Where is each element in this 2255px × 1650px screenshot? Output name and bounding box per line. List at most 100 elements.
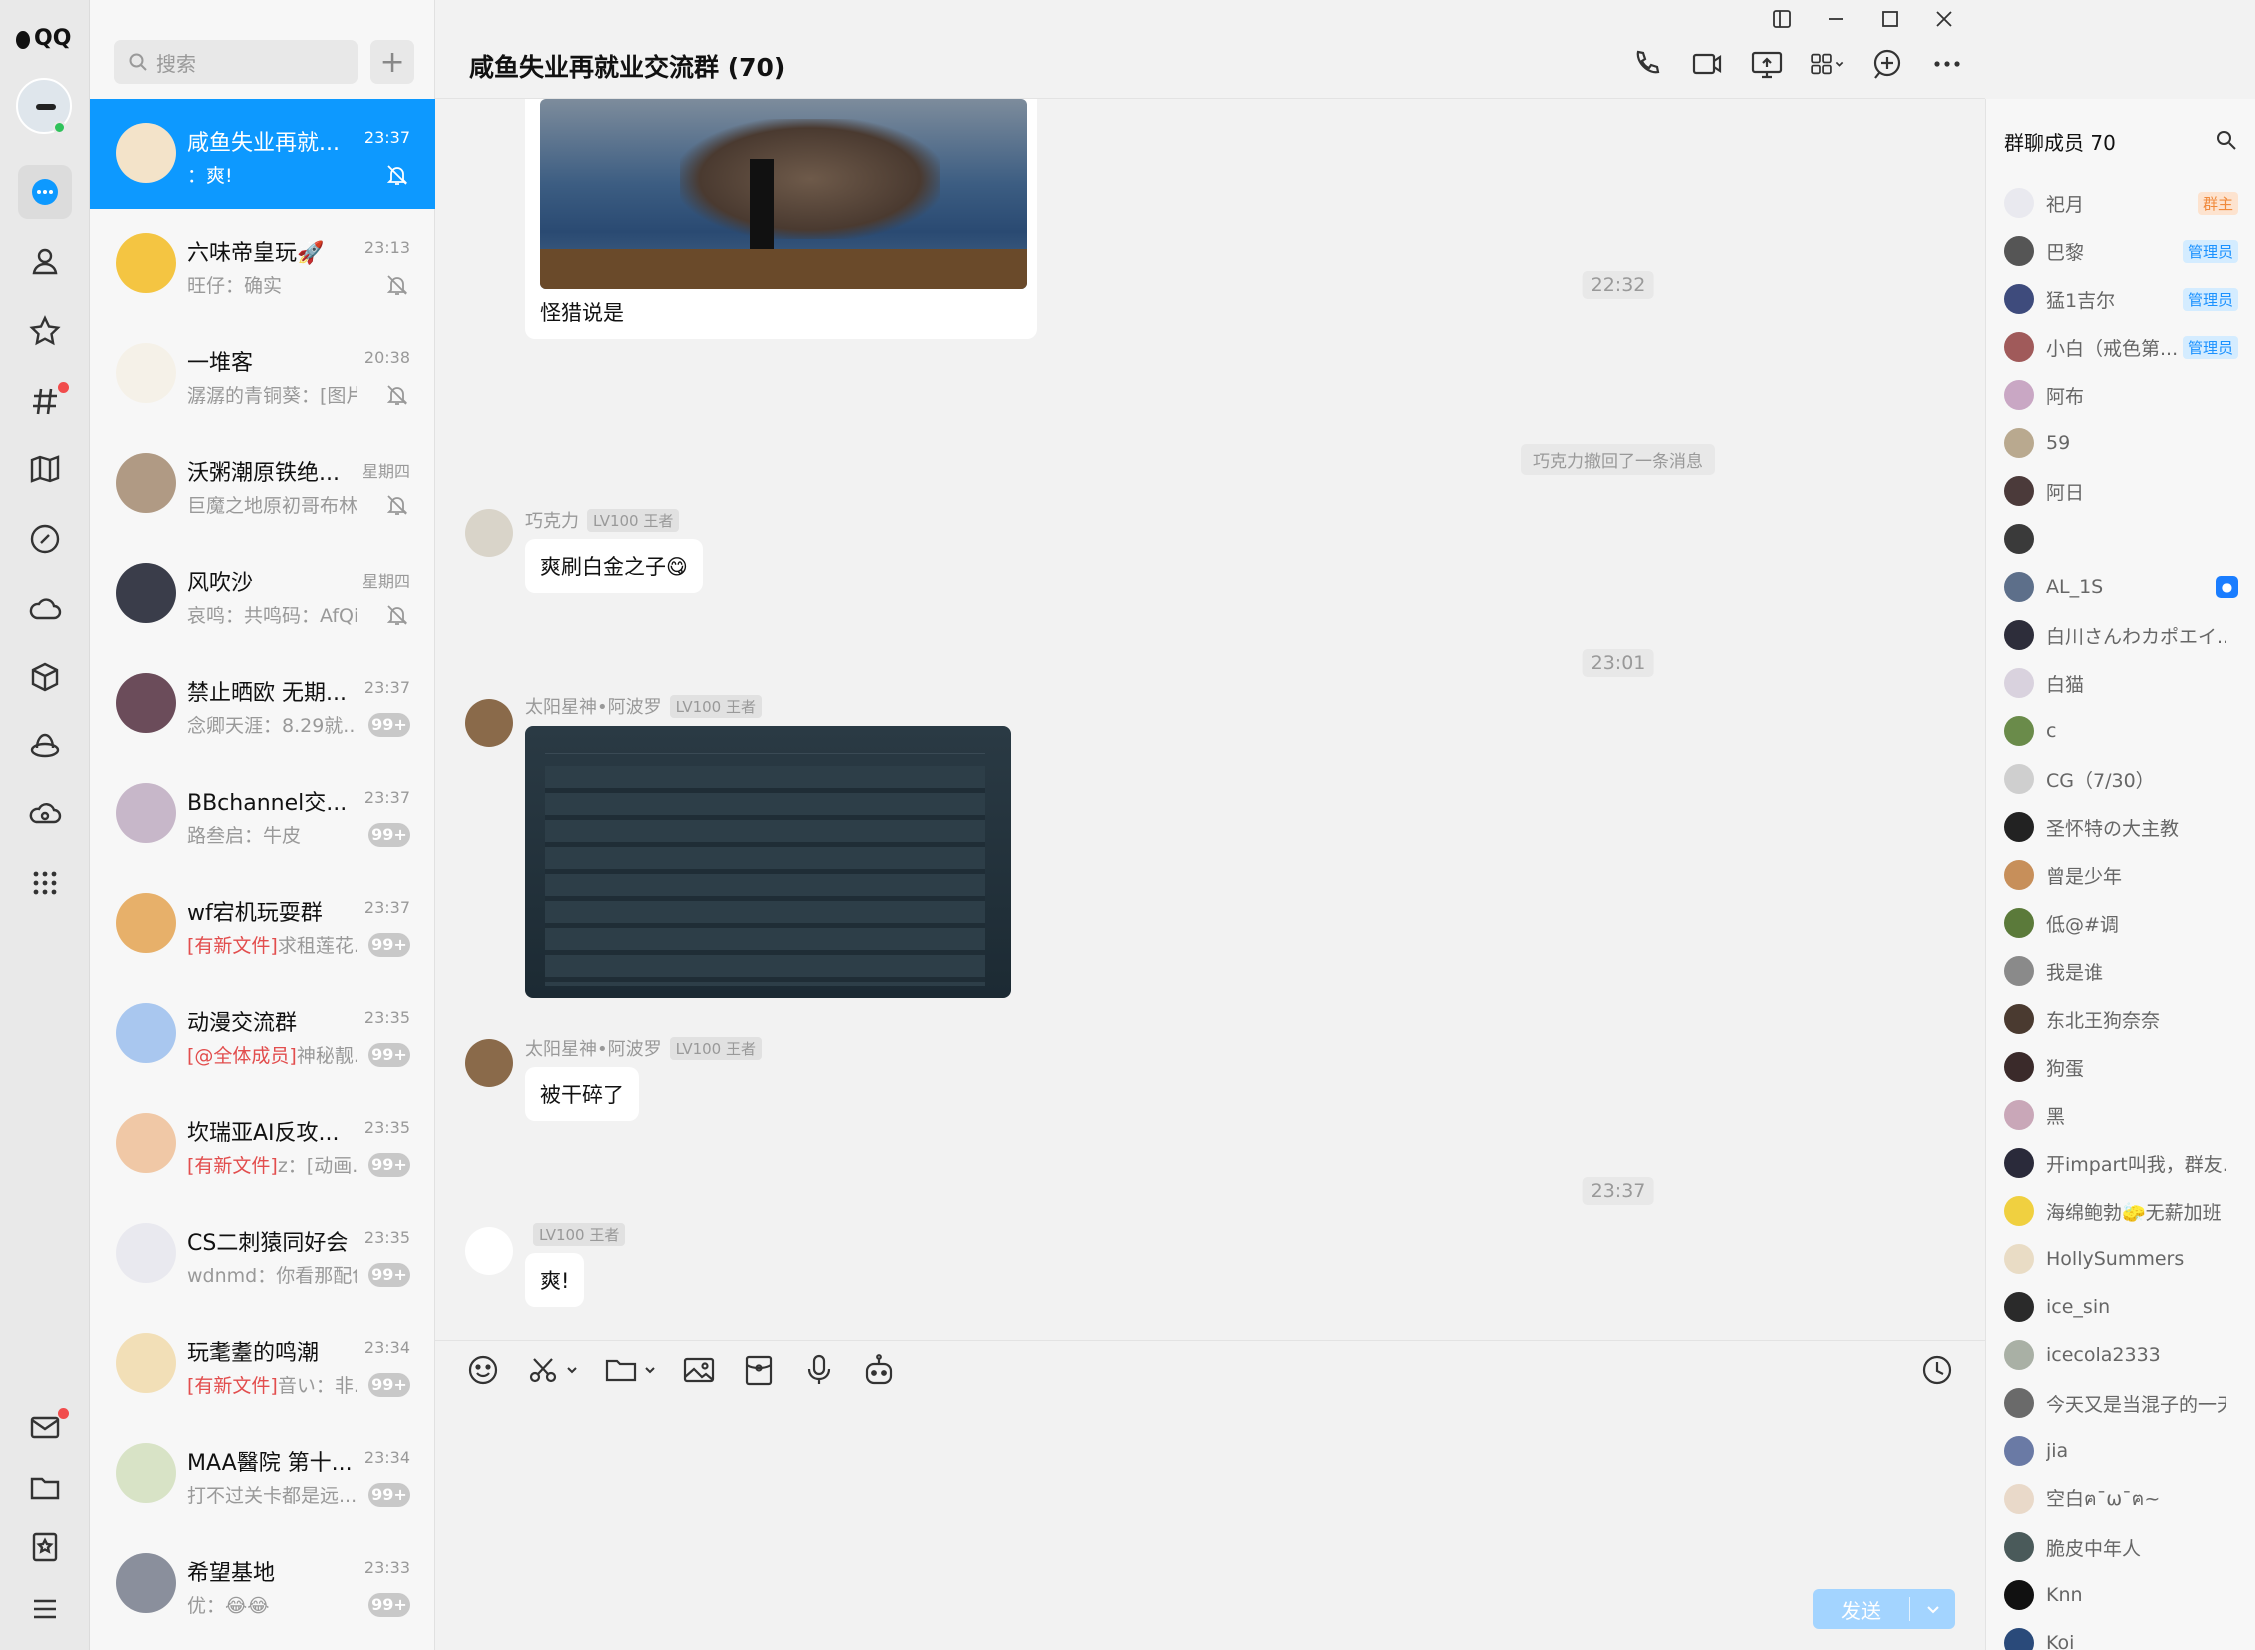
member-item[interactable]: 东北王狗奈奈 — [1986, 995, 2255, 1043]
sender-name[interactable]: 巧克力 — [525, 507, 579, 533]
favorites-nav[interactable] — [18, 304, 72, 358]
member-item[interactable] — [1986, 515, 2255, 563]
member-item[interactable]: ice_sin — [1986, 1283, 2255, 1331]
add-chat-icon[interactable] — [1869, 46, 1905, 82]
member-item[interactable]: 59 — [1986, 419, 2255, 467]
member-item[interactable]: AL_1S ● — [1986, 563, 2255, 611]
member-item[interactable]: Knn — [1986, 1571, 2255, 1619]
tencent-nav[interactable] — [18, 718, 72, 772]
conversation-item[interactable]: 坎瑞亚AI反攻... 23:35 [有新文件]z：[动画... 99+ — [90, 1089, 435, 1199]
cloud-nav[interactable] — [18, 582, 72, 636]
send-options-dropdown[interactable] — [1910, 1601, 1955, 1617]
video-call-icon[interactable] — [1689, 46, 1725, 82]
conversation-item[interactable]: CS二刺猿同好会 23:35 wdnmd：你看那配色 99+ — [90, 1199, 435, 1309]
conversation-item[interactable]: wf宕机玩耍群 23:37 [有新文件]求租莲花... 99+ — [90, 869, 435, 979]
member-item[interactable]: 圣怀特の大主教 — [1986, 803, 2255, 851]
file-folder-icon[interactable] — [603, 1352, 639, 1388]
robot-icon[interactable] — [861, 1352, 897, 1388]
conversation-item[interactable]: 禁止晒欧 无期... 23:37 念卿天涯：8.29就... 99+ — [90, 649, 435, 759]
more-options-icon[interactable] — [1929, 46, 1965, 82]
screenshot-scissors-icon[interactable] — [525, 1352, 561, 1388]
text-message-bubble[interactable]: 爽! — [525, 1253, 585, 1307]
member-item[interactable]: 猛1吉尔 管理员 — [1986, 275, 2255, 323]
pin-window-icon[interactable] — [1771, 8, 1793, 30]
member-item[interactable]: 脆皮中年人 — [1986, 1523, 2255, 1571]
game-records-image[interactable] — [525, 726, 1011, 998]
main-menu-nav[interactable] — [18, 1582, 72, 1636]
member-item[interactable]: 白猫 — [1986, 659, 2255, 707]
messages-nav[interactable] — [18, 165, 72, 219]
member-item[interactable]: 我是谁 — [1986, 947, 2255, 995]
member-item[interactable]: 阿日 — [1986, 467, 2255, 515]
conversation-item[interactable]: 沃粥潮原铁绝... 星期四 巨魔之地原初哥布林：... — [90, 429, 435, 539]
conversation-item[interactable]: 咸鱼失业再就... 23:37 ：爽! — [90, 99, 435, 209]
create-button[interactable]: + — [370, 40, 414, 84]
contacts-nav[interactable] — [18, 234, 72, 288]
bookmarks-nav[interactable] — [18, 1520, 72, 1574]
member-item[interactable]: 空白ฅ¯ω¯ฅ~ — [1986, 1475, 2255, 1523]
screen-share-icon[interactable] — [1749, 46, 1785, 82]
conversation-item[interactable]: 动漫交流群 23:35 [@全体成员]神秘靓... 99+ — [90, 979, 435, 1089]
group-avatar — [116, 453, 176, 513]
sender-avatar[interactable] — [465, 1039, 513, 1087]
maximize-icon[interactable] — [1879, 8, 1901, 30]
sender-name[interactable]: 太阳星神•阿波罗 — [525, 1035, 662, 1061]
minimize-icon[interactable] — [1825, 8, 1847, 30]
message-area[interactable]: 怪猎说是 22:32 巧克力撤回了一条消息 巧克力 LV100 王者 爽刷白金之… — [435, 99, 1985, 1339]
member-item[interactable]: 祀月 群主 — [1986, 179, 2255, 227]
member-item[interactable]: 开impart叫我，群友... — [1986, 1139, 2255, 1187]
sender-avatar[interactable] — [465, 699, 513, 747]
emoji-icon[interactable] — [465, 1352, 501, 1388]
chat-history-button[interactable] — [1919, 1352, 1955, 1392]
member-item[interactable]: 白川さんわカポエイ... — [1986, 611, 2255, 659]
member-item[interactable]: 今天又是当混子的一天 — [1986, 1379, 2255, 1427]
member-item[interactable]: 小白（戒色第... 管理员 — [1986, 323, 2255, 371]
microphone-icon[interactable] — [801, 1352, 837, 1388]
games-nav[interactable] — [18, 442, 72, 496]
channels-nav[interactable] — [18, 374, 72, 428]
sender-avatar[interactable] — [465, 509, 513, 557]
more-apps-nav[interactable] — [18, 856, 72, 910]
mail-nav[interactable] — [18, 1400, 72, 1454]
conversation-item[interactable]: 风吹沙 星期四 哀鸣：共鸣码：AfQiJA... — [90, 539, 435, 649]
member-item[interactable]: 狗蛋 — [1986, 1043, 2255, 1091]
chevron-down-icon[interactable] — [565, 1363, 579, 1377]
conversation-item[interactable]: MAA醫院 第十... 23:34 打不过关卡都是远... 99+ — [90, 1419, 435, 1529]
conversation-item[interactable]: BBchannel交... 23:37 路叁启：牛皮 99+ — [90, 759, 435, 869]
member-item[interactable]: icecola2333 — [1986, 1331, 2255, 1379]
image-message-bubble[interactable]: 怪猎说是 — [525, 99, 1037, 339]
sender-name[interactable]: 太阳星神•阿波罗 — [525, 693, 662, 719]
cube-nav[interactable] — [18, 650, 72, 704]
search-input[interactable]: 搜索 — [114, 40, 359, 84]
conversation-item[interactable]: 玩耄耋的鸣潮 23:34 [有新文件]音い：非... 99+ — [90, 1309, 435, 1419]
sender-avatar[interactable] — [465, 1227, 513, 1275]
conversation-item[interactable]: 六味帝皇玩🚀 23:13 旺仔：确实 — [90, 209, 435, 319]
red-packet-icon[interactable] — [741, 1352, 777, 1388]
member-item[interactable]: 曾是少年 — [1986, 851, 2255, 899]
member-item[interactable]: 黑 — [1986, 1091, 2255, 1139]
files-nav[interactable] — [18, 1460, 72, 1514]
weiyun-nav[interactable] — [18, 786, 72, 840]
image-icon[interactable] — [681, 1352, 717, 1388]
member-item[interactable]: CG（7/30） — [1986, 755, 2255, 803]
member-item[interactable]: 阿布 — [1986, 371, 2255, 419]
close-icon[interactable] — [1933, 8, 1955, 30]
member-item[interactable]: 低@#调 — [1986, 899, 2255, 947]
apps-grid-icon[interactable] — [1809, 46, 1845, 82]
member-item[interactable]: Koi — [1986, 1619, 2255, 1650]
chevron-down-icon[interactable] — [643, 1363, 657, 1377]
game-screenshot-image[interactable] — [540, 99, 1027, 289]
text-message-bubble[interactable]: 爽刷白金之子😋 — [525, 539, 703, 593]
member-item[interactable]: 巴黎 管理员 — [1986, 227, 2255, 275]
member-item[interactable]: HollySummers — [1986, 1235, 2255, 1283]
conversation-item[interactable]: 希望基地 23:33 优：😂😂 99+ — [90, 1529, 435, 1639]
member-search-icon[interactable] — [2215, 129, 2237, 151]
member-item[interactable]: jia — [1986, 1427, 2255, 1475]
voice-call-icon[interactable] — [1629, 46, 1665, 82]
conversation-item[interactable]: 一堆客 20:38 潺潺的青铜葵：[图片] — [90, 319, 435, 429]
text-message-bubble[interactable]: 被干碎了 — [525, 1067, 639, 1121]
member-item[interactable]: 海绵鲍勃🧽无薪加班 — [1986, 1187, 2255, 1235]
link-nav[interactable] — [18, 512, 72, 566]
member-item[interactable]: c — [1986, 707, 2255, 755]
send-button[interactable]: 发送 — [1813, 1595, 1909, 1624]
